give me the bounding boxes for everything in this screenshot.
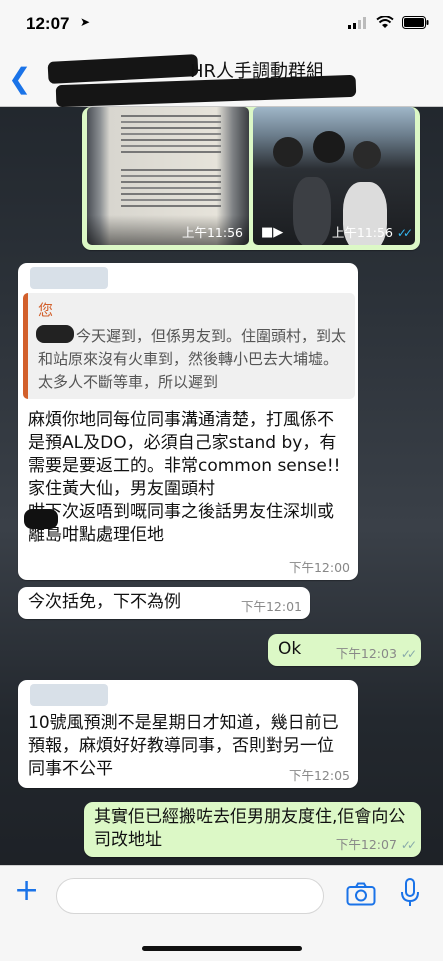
image-message[interactable]: 上午11:56 ■▶ 上午11:56 ✓✓: [82, 107, 420, 250]
excuse-time: 下午12:01: [240, 599, 302, 614]
back-icon[interactable]: ❮: [8, 62, 31, 95]
reply-text: 麻煩你地同每位同事溝通清楚，打風係不是預AL及DO，必須自己家stand by，…: [28, 410, 341, 545]
crowd-photo[interactable]: ■▶ 上午11:56 ✓✓: [253, 107, 415, 245]
reply-time: 下午12:00: [288, 560, 350, 575]
redacted-name: [47, 54, 199, 84]
typhoon-message[interactable]: 10號風預測不是星期日才知道，幾日前已預報，麻煩好好教導同事，否則對另一位同事不…: [18, 680, 358, 788]
sender-name-redacted: [30, 267, 108, 289]
sender-name-redacted: [30, 684, 108, 706]
video-icon: ■▶: [261, 225, 284, 240]
signal-icon: [348, 16, 366, 29]
read-ticks-icon: ✓✓: [396, 226, 413, 240]
typhoon-time: 下午12:05: [288, 768, 350, 783]
ok-meta: 下午12:03 ✓✓: [335, 646, 417, 661]
status-time: 12:07: [26, 14, 70, 33]
message-input[interactable]: [56, 878, 324, 914]
reply-out-meta: 下午12:07 ✓✓: [335, 837, 417, 852]
image-time-right: 上午11:56 ✓✓: [331, 225, 413, 240]
battery-icon: [402, 16, 429, 29]
ok-text: Ok: [278, 639, 302, 659]
reply-redaction: [24, 509, 58, 529]
reply-out-message[interactable]: 其實佢已經搬咗去佢男朋友度住,佢會向公司改地址 下午12:07 ✓✓: [84, 802, 421, 857]
quoted-message[interactable]: 您 今天遲到，但係男友到。住圍頭村，到太和站原來沒有火車到，然後轉小巴去大埔墟。…: [23, 293, 355, 399]
wifi-icon: [376, 16, 394, 28]
group-title[interactable]: HR人手調動群組: [190, 57, 324, 83]
location-arrow-icon: ➤: [80, 15, 91, 29]
excuse-message[interactable]: 今次括免，下不為例 下午12:01: [18, 587, 310, 619]
ok-message[interactable]: Ok 下午12:03 ✓✓: [268, 634, 421, 666]
microphone-icon[interactable]: [400, 878, 420, 908]
plus-icon[interactable]: +: [14, 874, 39, 908]
chat-area[interactable]: 上午11:56 ■▶ 上午11:56 ✓✓ 您 今天遲到，但係男友到。住圍頭村，…: [0, 107, 443, 865]
image-time-left: 上午11:56: [181, 225, 243, 240]
camera-icon[interactable]: [346, 882, 376, 906]
home-indicator: [142, 946, 302, 951]
excuse-text: 今次括免，下不為例: [28, 592, 181, 612]
input-bar: +: [0, 865, 443, 961]
status-bar: 12:07 ➤: [0, 0, 443, 48]
quote-text: 今天遲到，但係男友到。住圍頭村，到太和站原來沒有火車到，然後轉小巴去大埔墟。太多…: [38, 327, 347, 391]
reply-message[interactable]: 您 今天遲到，但係男友到。住圍頭村，到太和站原來沒有火車到，然後轉小巴去大埔墟。…: [18, 263, 358, 580]
chat-header[interactable]: ❮ HR人手調動群組: [0, 48, 443, 108]
read-ticks-icon: ✓✓: [400, 838, 417, 852]
quote-sender: 您: [38, 301, 54, 319]
read-ticks-icon: ✓✓: [400, 647, 417, 661]
notice-photo[interactable]: 上午11:56: [87, 107, 249, 245]
